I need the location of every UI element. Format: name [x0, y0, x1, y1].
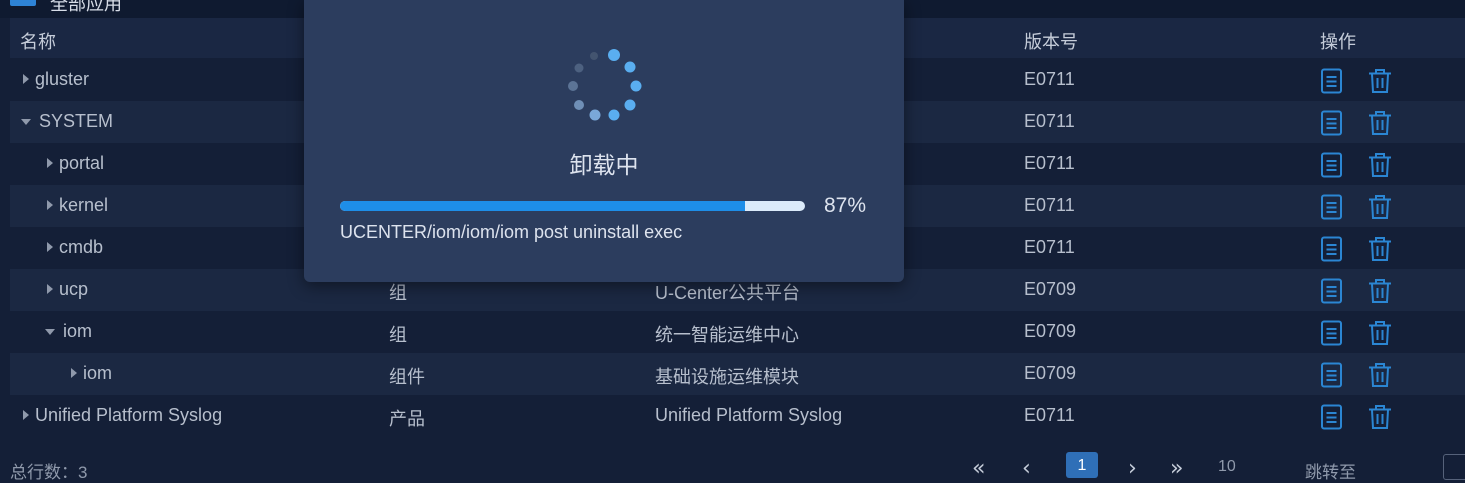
row-version: E0709	[1024, 363, 1077, 383]
expand-caret-icon[interactable]	[67, 353, 81, 395]
row-name: iom	[83, 363, 113, 383]
row-version: E0711	[1024, 111, 1075, 131]
expand-caret-icon[interactable]	[19, 395, 33, 437]
delete-icon[interactable]	[1368, 404, 1392, 430]
row-name: SYSTEM	[39, 111, 114, 131]
row-name: portal	[59, 153, 105, 173]
last-page-button[interactable]: »	[1170, 456, 1183, 481]
uninstall-progress-bar	[340, 201, 805, 211]
select-all-checkbox[interactable]	[10, 0, 36, 6]
detail-icon[interactable]	[1320, 320, 1344, 346]
row-version: E0711	[1024, 69, 1075, 89]
row-name: ucp	[59, 279, 89, 299]
delete-icon[interactable]	[1368, 362, 1392, 388]
collapse-caret-icon[interactable]	[19, 101, 33, 143]
column-actions-header: 操作	[1320, 32, 1356, 52]
delete-icon[interactable]	[1368, 68, 1392, 94]
jump-label: 跳转至	[1305, 463, 1356, 482]
row-type: 组	[389, 283, 407, 303]
delete-icon[interactable]	[1368, 278, 1392, 304]
row-version: E0711	[1024, 153, 1075, 173]
expand-caret-icon[interactable]	[43, 143, 57, 185]
row-version: E0709	[1024, 279, 1077, 299]
current-page-button[interactable]: 1	[1066, 452, 1098, 478]
detail-icon[interactable]	[1320, 110, 1344, 136]
row-version: E0711	[1024, 237, 1075, 257]
loading-spinner-icon	[568, 49, 642, 121]
detail-icon[interactable]	[1320, 194, 1344, 220]
row-version: E0711	[1024, 405, 1075, 425]
row-name: iom	[63, 321, 93, 341]
column-name-header[interactable]: 名称	[20, 28, 56, 54]
row-name: Unified Platform Syslog	[35, 405, 223, 425]
row-description: 统一智能运维中心	[655, 325, 799, 345]
row-type: 组	[389, 325, 407, 345]
row-type: 产品	[389, 409, 425, 429]
row-name: cmdb	[59, 237, 104, 257]
uninstall-progress-dialog: 卸载中 87% UCENTER/iom/iom/iom post uninsta…	[304, 0, 904, 282]
detail-icon[interactable]	[1320, 152, 1344, 178]
first-page-button[interactable]: «	[972, 456, 985, 481]
delete-icon[interactable]	[1368, 320, 1392, 346]
expand-caret-icon[interactable]	[19, 59, 33, 101]
row-description: U-Center公共平台	[655, 283, 801, 303]
table-row[interactable]: iom 组件 基础设施运维模块 E0709	[10, 353, 1465, 395]
row-description: Unified Platform Syslog	[655, 405, 843, 425]
column-version-header[interactable]: 版本号	[1024, 28, 1078, 54]
progress-percent: 87%	[824, 194, 867, 217]
jump-page-input[interactable]	[1443, 454, 1465, 480]
expand-caret-icon[interactable]	[43, 185, 57, 227]
expand-caret-icon[interactable]	[43, 227, 57, 269]
collapse-caret-icon[interactable]	[43, 311, 57, 353]
table-footer: 总行数：3 « ‹ 1 › » 10 跳转至	[0, 450, 1465, 482]
detail-icon[interactable]	[1320, 278, 1344, 304]
total-count: 总行数：3	[10, 463, 88, 482]
loading-text: 卸载中	[569, 152, 639, 178]
row-version: E0711	[1024, 195, 1075, 215]
row-name: kernel	[59, 195, 109, 215]
progress-fill	[340, 201, 745, 211]
detail-icon[interactable]	[1320, 404, 1344, 430]
next-page-button[interactable]: ›	[1128, 456, 1137, 481]
delete-icon[interactable]	[1368, 194, 1392, 220]
progress-message: UCENTER/iom/iom/iom post uninstall exec	[340, 222, 683, 242]
table-row[interactable]: Unified Platform Syslog 产品 Unified Platfor…	[10, 395, 1465, 437]
prev-page-button[interactable]: ‹	[1022, 456, 1031, 481]
page-size-select[interactable]: 10	[1218, 458, 1236, 476]
row-type: 组件	[389, 367, 425, 387]
detail-icon[interactable]	[1320, 362, 1344, 388]
row-description: 基础设施运维模块	[655, 367, 799, 387]
delete-icon[interactable]	[1368, 152, 1392, 178]
expand-caret-icon[interactable]	[43, 269, 57, 311]
detail-icon[interactable]	[1320, 236, 1344, 262]
section-title: 全部应用	[50, 0, 122, 14]
table-row[interactable]: iom 组 统一智能运维中心 E0709	[10, 311, 1465, 353]
detail-icon[interactable]	[1320, 68, 1344, 94]
delete-icon[interactable]	[1368, 110, 1392, 136]
row-version: E0709	[1024, 321, 1077, 341]
row-name: gluster	[35, 69, 90, 89]
delete-icon[interactable]	[1368, 236, 1392, 262]
